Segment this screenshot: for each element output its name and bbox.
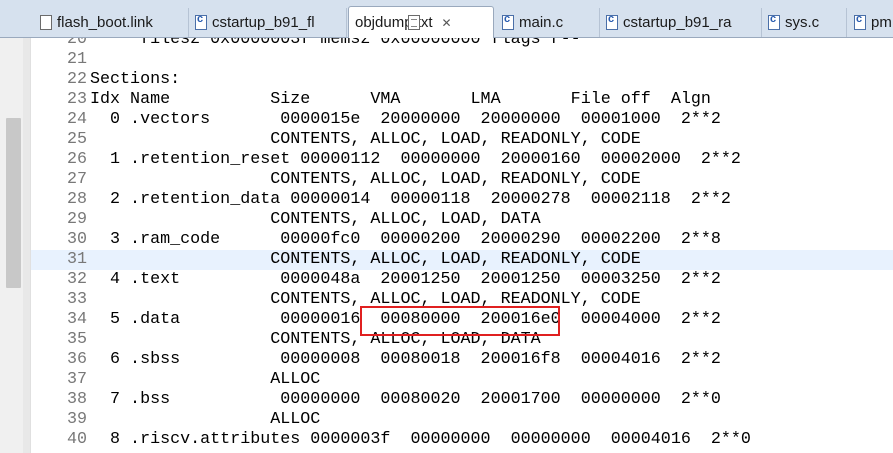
annotation-ruler xyxy=(23,38,30,453)
tab-label: pm xyxy=(871,14,892,31)
tab-label: objdump.txt xyxy=(355,14,433,31)
line-number: 28 xyxy=(66,190,87,209)
line-number: 27 xyxy=(66,170,87,189)
close-icon[interactable]: ✕ xyxy=(442,16,452,30)
line-number: 25 xyxy=(66,130,87,149)
line-text: 6 .sbss 00000008 00080018 200016f8 00004… xyxy=(90,350,721,369)
line-number: 26 xyxy=(66,150,87,169)
editor-line[interactable]: 29 CONTENTS, ALLOC, LOAD, DATA xyxy=(31,210,893,230)
editor-line[interactable]: 20 filesz 0x0000003f memsz 0x00000000 fl… xyxy=(31,38,893,50)
tab-label: cstartup_b91_fl xyxy=(212,14,315,31)
line-text: ALLOC xyxy=(90,370,321,389)
line-text: CONTENTS, ALLOC, LOAD, DATA xyxy=(90,210,541,229)
editor-line[interactable]: 30 3 .ram_code 00000fc0 00000200 2000029… xyxy=(31,230,893,250)
line-number: 23 xyxy=(66,90,87,109)
tab-main-c[interactable]: main.c xyxy=(496,8,600,37)
editor-line[interactable]: 40 8 .riscv.attributes 0000003f 00000000… xyxy=(31,430,893,450)
line-text: 1 .retention_reset 00000112 00000000 200… xyxy=(90,150,741,169)
editor-line[interactable]: 28 2 .retention_data 00000014 00000118 2… xyxy=(31,190,893,210)
tab-cstartup-b91-fl[interactable]: cstartup_b91_fl xyxy=(189,8,347,37)
line-number: 37 xyxy=(66,370,87,389)
line-text: Sections: xyxy=(90,70,181,89)
tab-cstartup-b91-ra[interactable]: cstartup_b91_ra xyxy=(600,8,762,37)
file-icon xyxy=(40,15,52,30)
line-text: 2 .retention_data 00000014 00000118 2000… xyxy=(90,190,731,209)
editor-line[interactable]: 38 7 .bss 00000000 00080020 20001700 000… xyxy=(31,390,893,410)
editor-line[interactable]: 26 1 .retention_reset 00000112 00000000 … xyxy=(31,150,893,170)
tab-pm[interactable]: pm xyxy=(848,8,893,37)
line-number: 33 xyxy=(66,290,87,309)
editor-line[interactable]: 25 CONTENTS, ALLOC, LOAD, READONLY, CODE xyxy=(31,130,893,150)
editor-line[interactable]: 23 Idx Name Size VMA LMA File off Algn xyxy=(31,90,893,110)
highlight-box xyxy=(360,306,560,336)
line-number: 39 xyxy=(66,410,87,429)
editor-line[interactable]: 24 0 .vectors 0000015e 20000000 20000000… xyxy=(31,110,893,130)
line-text: 4 .text 0000048a 20001250 20001250 00003… xyxy=(90,270,721,289)
line-text: CONTENTS, ALLOC, LOAD, READONLY, CODE xyxy=(90,170,641,189)
c-file-icon xyxy=(606,13,618,30)
line-text: ALLOC xyxy=(90,410,321,429)
line-number: 24 xyxy=(66,110,87,129)
c-file-icon xyxy=(854,13,866,30)
editor-line[interactable]: 39 ALLOC xyxy=(31,410,893,430)
editor-line[interactable]: 22 Sections: xyxy=(31,70,893,90)
text-editor[interactable]: 20 filesz 0x0000003f memsz 0x00000000 fl… xyxy=(31,38,893,453)
line-text: filesz 0x0000003f memsz 0x00000000 flags… xyxy=(90,38,581,49)
line-number: 38 xyxy=(66,390,87,409)
line-number: 31 xyxy=(66,250,87,269)
line-number: 35 xyxy=(66,330,87,349)
line-text: 8 .riscv.attributes 0000003f 00000000 00… xyxy=(90,430,751,449)
line-number: 36 xyxy=(66,350,87,369)
line-number: 29 xyxy=(66,210,87,229)
line-text: Idx Name Size VMA LMA File off Algn xyxy=(90,90,711,109)
tab-label: main.c xyxy=(519,14,564,31)
tab-objdump-txt[interactable]: objdump.txt ✕ xyxy=(348,6,494,38)
c-file-icon xyxy=(768,13,780,30)
editor-line[interactable]: 21 xyxy=(31,50,893,70)
line-number: 22 xyxy=(66,70,87,89)
tab-label: sys.c xyxy=(785,14,820,31)
c-file-icon xyxy=(502,13,514,30)
tab-flash-boot-link[interactable]: flash_boot.link xyxy=(34,8,189,37)
editor-line[interactable]: 37 ALLOC xyxy=(31,370,893,390)
line-number: 32 xyxy=(66,270,87,289)
line-text: 3 .ram_code 00000fc0 00000200 20000290 0… xyxy=(90,230,721,249)
line-text: 0 .vectors 0000015e 20000000 20000000 00… xyxy=(90,110,721,129)
text-file-icon xyxy=(408,15,420,30)
editor-line[interactable]: 31 CONTENTS, ALLOC, LOAD, READONLY, CODE xyxy=(31,250,893,270)
line-number: 21 xyxy=(66,50,87,69)
line-number: 40 xyxy=(66,430,87,449)
line-text: 7 .bss 00000000 00080020 20001700 000000… xyxy=(90,390,721,409)
line-number: 34 xyxy=(66,310,87,329)
editor-tab-bar: flash_boot.link cstartup_b91_fl objdump.… xyxy=(0,0,893,38)
left-gutter xyxy=(0,38,31,453)
vertical-scrollbar-thumb[interactable] xyxy=(6,118,21,288)
line-text: CONTENTS, ALLOC, LOAD, READONLY, CODE xyxy=(90,250,641,269)
line-text: CONTENTS, ALLOC, LOAD, READONLY, CODE xyxy=(90,130,641,149)
editor-line[interactable]: 32 4 .text 0000048a 20001250 20001250 00… xyxy=(31,270,893,290)
c-file-icon xyxy=(195,13,207,30)
tab-label: cstartup_b91_ra xyxy=(623,14,732,31)
editor-line[interactable]: 27 CONTENTS, ALLOC, LOAD, READONLY, CODE xyxy=(31,170,893,190)
line-number: 30 xyxy=(66,230,87,249)
editor-line[interactable]: 36 6 .sbss 00000008 00080018 200016f8 00… xyxy=(31,350,893,370)
tab-label: flash_boot.link xyxy=(57,14,153,31)
line-number: 20 xyxy=(66,38,87,49)
tab-sys-c[interactable]: sys.c xyxy=(762,8,847,37)
